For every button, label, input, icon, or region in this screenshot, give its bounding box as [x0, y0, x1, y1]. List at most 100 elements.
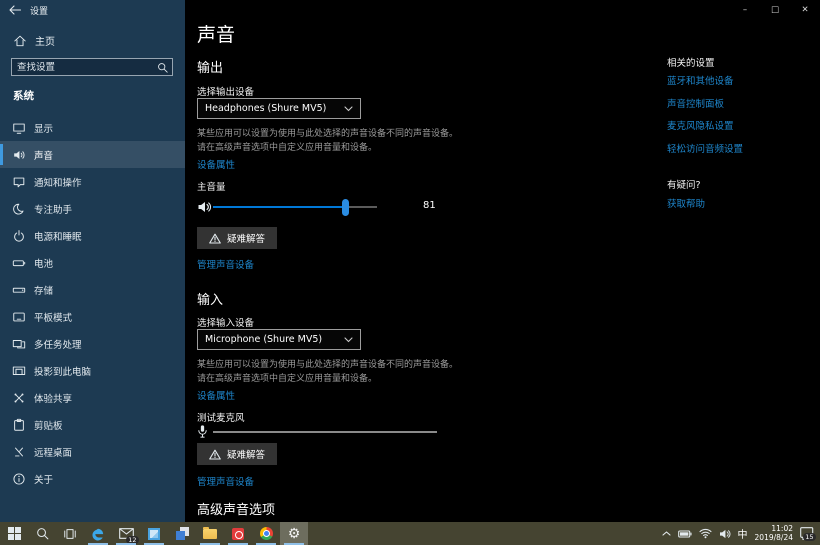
app-title: 设置 [30, 4, 48, 17]
clock-date: 2019/8/24 [755, 534, 793, 543]
hidden-icons-chevron[interactable] [662, 531, 671, 536]
media-app-taskbar-icon[interactable] [224, 522, 252, 545]
sidebar-item-tablet-mode[interactable]: 平板模式 [0, 303, 185, 330]
mail-badge: 12 [126, 536, 139, 544]
sidebar-item-about[interactable]: 关于 [0, 465, 185, 492]
chevron-down-icon [344, 106, 353, 112]
projecting-icon [12, 364, 26, 378]
file-explorer-taskbar-icon[interactable] [196, 522, 224, 545]
window-titlebar: 设置 [0, 0, 185, 20]
master-volume-slider-row: 81 [197, 198, 447, 216]
close-button[interactable]: ✕ [790, 0, 820, 19]
sidebar-item-sound[interactable]: 声音 [0, 141, 185, 168]
input-device-value: Microphone (Shure MV5) [205, 334, 322, 345]
sidebar-item-storage[interactable]: 存储 [0, 276, 185, 303]
taskbar: 12 ⚙ 中 11:02 2019/8/24 [0, 522, 820, 545]
edge-taskbar-icon[interactable] [84, 522, 112, 545]
sidebar-item-shared-experiences[interactable]: 体验共享 [0, 384, 185, 411]
minimize-button[interactable]: – [730, 0, 760, 19]
sidebar-item-clipboard[interactable]: 剪贴板 [0, 411, 185, 438]
wifi-icon[interactable] [699, 528, 712, 539]
input-troubleshoot-button[interactable]: 疑难解答 [197, 443, 277, 465]
warning-icon [209, 233, 221, 244]
sidebar-item-multitasking[interactable]: 多任务处理 [0, 330, 185, 357]
chrome-icon [260, 527, 273, 540]
ime-indicator[interactable]: 中 [738, 526, 748, 541]
sidebar-item-display[interactable]: 显示 [0, 114, 185, 141]
output-device-properties-link[interactable]: 设备属性 [197, 157, 235, 171]
bluetooth-devices-link[interactable]: 蓝牙和其他设备 [667, 73, 734, 87]
task-view-button[interactable] [56, 522, 84, 545]
settings-search-box[interactable] [11, 58, 173, 76]
input-device-select[interactable]: Microphone (Shure MV5) [197, 329, 361, 350]
output-device-select[interactable]: Headphones (Shure MV5) [197, 98, 361, 119]
home-label: 主页 [35, 33, 55, 48]
translate-taskbar-icon[interactable] [168, 522, 196, 545]
mail-taskbar-icon[interactable]: 12 [112, 522, 140, 545]
file-explorer-icon [203, 529, 217, 539]
sidebar-item-focus-assist[interactable]: 专注助手 [0, 195, 185, 222]
sidebar-item-battery[interactable]: 电池 [0, 249, 185, 276]
photos-taskbar-icon[interactable] [140, 522, 168, 545]
output-troubleshoot-button[interactable]: 疑难解答 [197, 227, 277, 249]
system-tray: 中 11:02 2019/8/24 15 [662, 522, 820, 545]
sidebar-item-projecting[interactable]: 投影到此电脑 [0, 357, 185, 384]
volume-value: 81 [423, 200, 436, 211]
tablet-mode-icon [12, 310, 26, 324]
sidebar-nav: 显示 声音 通知和操作 专注助手 电源和睡眠 电池 [0, 114, 185, 492]
taskbar-clock[interactable]: 11:02 2019/8/24 [755, 525, 793, 542]
input-section-header: 输入 [197, 289, 223, 308]
about-icon [12, 472, 26, 486]
windows-logo-icon [8, 527, 21, 540]
main-content: – □ ✕ 声音 输出 选择输出设备 Headphones (Shure MV5… [185, 0, 820, 522]
focus-assist-icon [12, 202, 26, 216]
ease-of-access-audio-link[interactable]: 轻松访问音频设置 [667, 141, 743, 155]
start-button[interactable] [0, 522, 28, 545]
action-center-button[interactable]: 15 [800, 527, 814, 540]
back-arrow-icon [9, 5, 21, 15]
taskbar-search-button[interactable] [28, 522, 56, 545]
translate-icon [176, 527, 189, 540]
maximize-button[interactable]: □ [760, 0, 790, 19]
sidebar-item-power-sleep[interactable]: 电源和睡眠 [0, 222, 185, 249]
input-description-line2: 请在高级声音选项中自定义应用音量和设备。 [197, 371, 377, 384]
volume-slider[interactable] [213, 206, 377, 208]
sound-control-panel-link[interactable]: 声音控制面板 [667, 96, 724, 110]
home-icon [13, 34, 27, 47]
volume-tray-icon[interactable] [719, 529, 731, 539]
input-device-properties-link[interactable]: 设备属性 [197, 388, 235, 402]
task-view-icon [63, 528, 77, 540]
search-icon [36, 527, 49, 540]
microphone-level-bar [213, 431, 437, 433]
output-manage-devices-link[interactable]: 管理声音设备 [197, 257, 254, 271]
power-icon [12, 229, 26, 243]
notifications-icon [12, 175, 26, 189]
chrome-taskbar-icon[interactable] [252, 522, 280, 545]
settings-taskbar-icon[interactable]: ⚙ [280, 522, 308, 545]
battery-icon[interactable] [678, 529, 692, 539]
shared-experiences-icon [12, 391, 26, 405]
microphone-privacy-link[interactable]: 麦克风隐私设置 [667, 118, 734, 132]
input-device-label: 选择输入设备 [197, 315, 254, 329]
input-manage-devices-link[interactable]: 管理声音设备 [197, 474, 254, 488]
volume-slider-thumb[interactable] [342, 199, 349, 216]
search-icon[interactable] [155, 62, 169, 73]
related-settings-header: 相关的设置 [667, 55, 715, 69]
master-volume-label: 主音量 [197, 179, 226, 193]
sidebar-item-notifications[interactable]: 通知和操作 [0, 168, 185, 195]
media-app-icon [232, 528, 244, 540]
sidebar-section-header: 系统 [13, 88, 34, 103]
sidebar-item-remote-desktop[interactable]: 远程桌面 [0, 438, 185, 465]
multitasking-icon [12, 337, 26, 351]
search-input[interactable] [12, 62, 155, 73]
storage-icon [12, 283, 26, 297]
get-help-link[interactable]: 获取帮助 [667, 196, 705, 210]
action-center-badge: 15 [803, 533, 816, 541]
sidebar: 设置 主页 系统 显示 声音 通知和操作 [0, 0, 185, 522]
sidebar-item-home[interactable]: 主页 [13, 33, 55, 48]
chevron-down-icon [344, 337, 353, 343]
back-button[interactable] [0, 0, 30, 20]
remote-desktop-icon [12, 445, 26, 459]
gear-icon: ⚙ [288, 527, 301, 541]
speaker-icon [197, 201, 212, 213]
